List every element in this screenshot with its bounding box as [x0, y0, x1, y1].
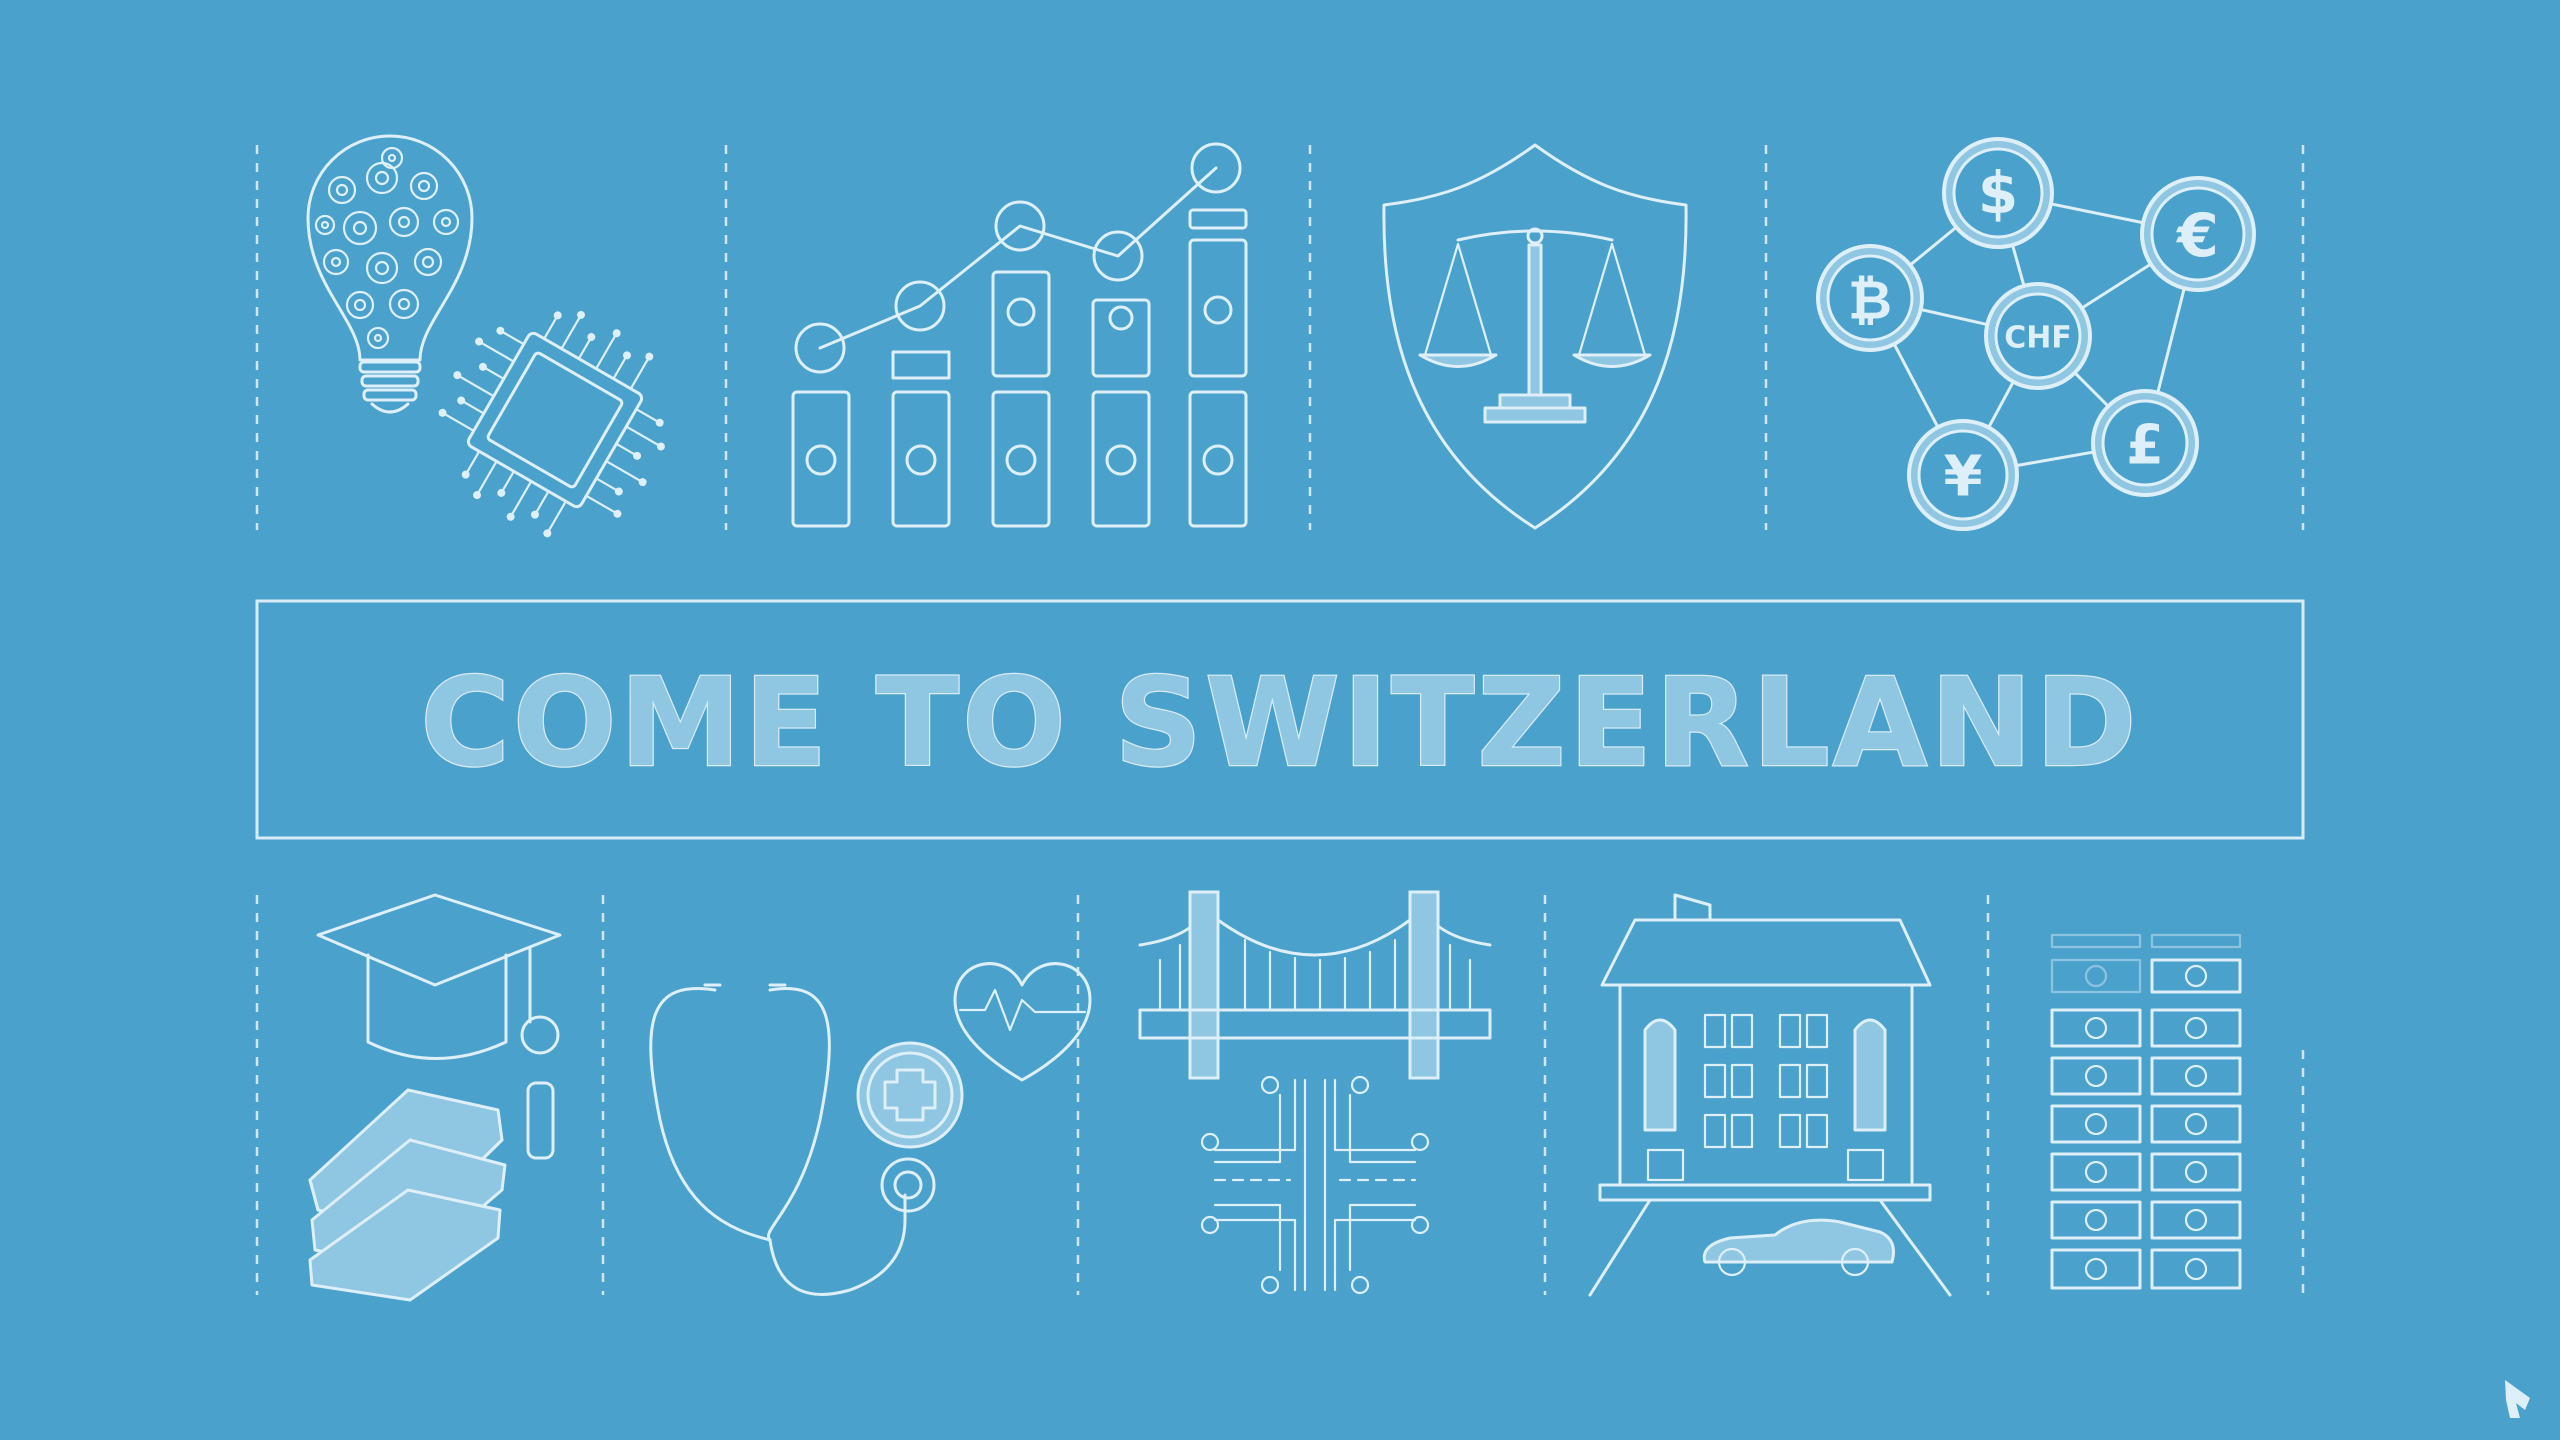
logo-icon	[2505, 1380, 2530, 1418]
building-car-icon	[1588, 893, 1952, 1297]
headline-banner: COME TO SWITZERLAND	[255, 599, 2305, 840]
slide-canvas: $ € ₿ CHF £ ¥ COME TO SWITZERLAND	[0, 0, 2560, 1440]
currency-network-icon: $ € ₿ CHF £ ¥	[1816, 137, 2256, 531]
graduation-books-icon	[308, 893, 562, 1302]
lightbulb-gears-icon	[306, 134, 474, 414]
justice-shield-icon	[1382, 143, 1688, 530]
yen-label: ¥	[1944, 445, 1983, 510]
stethoscope-heart-icon	[649, 962, 1092, 1296]
headline-text: COME TO SWITZERLAND	[420, 652, 2139, 794]
euro-label: €	[2175, 201, 2219, 271]
bitcoin-label: ₿	[1848, 269, 1892, 332]
bridge-roads-icon	[1138, 890, 1492, 1295]
pound-label: £	[2126, 414, 2164, 477]
microchip-icon	[438, 310, 665, 538]
money-stacks-icon	[2050, 933, 2242, 1290]
franc-label: CHF	[2004, 321, 2072, 356]
money-growth-chart-icon	[791, 142, 1248, 528]
dollar-label: $	[1978, 159, 2018, 227]
